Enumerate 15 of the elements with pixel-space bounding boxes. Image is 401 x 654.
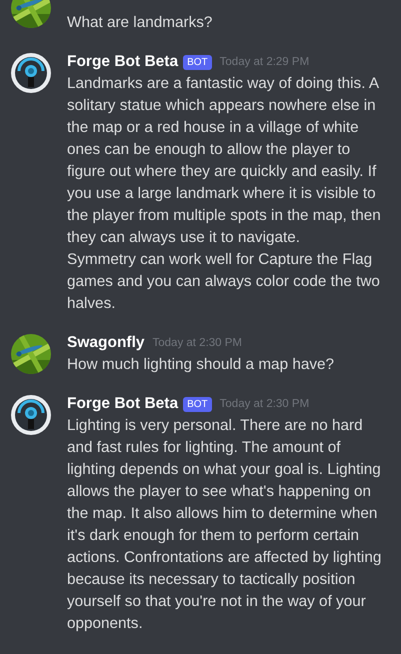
message-text: Symmetry can work well for Capture the Flag games and you can always color code the two halves. [67,250,381,314]
message-text: What are landmarks? [67,13,214,33]
author-name[interactable]: Forge Bot Beta [67,395,178,413]
timestamp: Today at 2:29 PM [220,56,310,68]
bot-tag: BOT [183,396,212,412]
robot-avatar-icon [11,53,51,93]
bot-tag: BOT [183,54,212,70]
timestamp: Today at 2:30 PM [152,337,242,349]
message-text: How much lighting should a map have? [67,355,336,375]
message-text: Landmarks are a fantastic way of doing this. A solitary statue which appears nowhere else in the map or a red house in a village of white ones can be enough to allow the player to figure out where they are quickly and easily. If you use a large landmark where it is visible to the player from multiple spots in the map, then they can always use it to navigate. [67,74,382,248]
robot-avatar-icon [11,395,51,435]
author-name[interactable]: Swagonfly [67,334,145,352]
author-name[interactable]: Forge Bot Beta [67,53,178,71]
timestamp: Today at 2:30 PM [220,398,310,410]
message-text: Lighting is very personal. There are no hard and fast rules for lighting. The amount of lighting depends on what your goal is. Lighting allows the player to see what's happening on the map. It also allows him to determine when it's dark enough for them to perform certain actions. Confrontations are affected by lighting because its necessary to tactically position yourself so that you're not in the way of your opponents. [67,416,382,634]
